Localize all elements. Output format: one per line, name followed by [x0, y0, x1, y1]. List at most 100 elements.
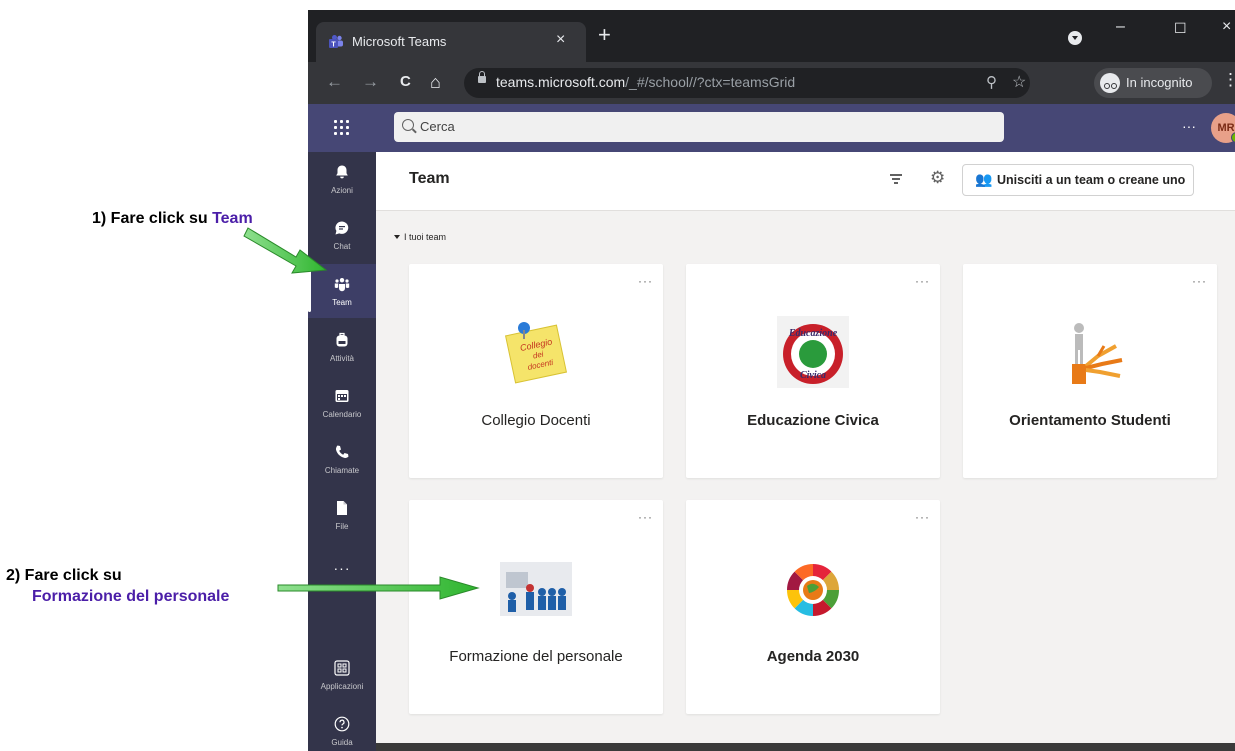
- rail-item-chat[interactable]: Chat: [308, 208, 376, 262]
- annotation-step1-highlight: Team: [212, 210, 253, 227]
- rail-item-team[interactable]: Team: [308, 264, 376, 318]
- back-button[interactable]: ←: [326, 72, 343, 92]
- url-field[interactable]: teams.microsoft.com/_#/school//?ctx=team…: [464, 68, 1030, 98]
- collegio-docenti-image: Collegio dei docenti: [504, 322, 568, 384]
- team-name: Orientamento Studenti: [1009, 412, 1171, 429]
- formazione-personale-image: [500, 562, 572, 616]
- minimize-button[interactable]: –: [1116, 18, 1125, 36]
- avatar-initials: MR: [1217, 122, 1235, 134]
- bookmark-star-icon[interactable]: ☆: [1012, 72, 1026, 92]
- team-card-formazione-del-personale[interactable]: ··· Formazione del personale: [409, 500, 663, 714]
- backpack-icon: [336, 332, 348, 347]
- url-text: teams.microsoft.com/_#/school//?ctx=team…: [496, 74, 795, 90]
- join-or-create-team-button[interactable]: 👥 Unisciti a un team o creane uno: [962, 164, 1194, 196]
- card-more-button[interactable]: ···: [915, 510, 930, 524]
- team-card-educazione-civica[interactable]: ··· Educazione Civica Educazione Civica: [686, 264, 940, 478]
- rail-label: Chiamate: [324, 466, 360, 475]
- url-host: teams.microsoft.com: [496, 74, 626, 90]
- team-name: Agenda 2030: [766, 648, 860, 665]
- lock-icon: [478, 71, 486, 83]
- agenda-2030-image: [787, 564, 839, 616]
- url-path: /_#/school//?ctx=teamsGrid: [625, 74, 796, 90]
- add-team-icon: 👥: [975, 171, 993, 187]
- rail-item-file[interactable]: File: [308, 488, 376, 542]
- annotation-step2: 2) Fare click su: [6, 567, 122, 585]
- incognito-badge[interactable]: In incognito: [1094, 68, 1212, 98]
- rail-label: Applicazioni: [320, 682, 364, 691]
- header-more-button[interactable]: ···: [1182, 118, 1196, 134]
- annotation-step2-text: 2) Fare click su: [6, 567, 122, 584]
- team-name: Formazione del personale: [449, 648, 623, 665]
- educazione-civica-image: Educazione Civica: [777, 316, 849, 388]
- annotation-step1: 1) Fare click su Team: [92, 210, 253, 228]
- app-launcher-icon[interactable]: [332, 118, 352, 138]
- search-placeholder: Cerca: [420, 119, 455, 134]
- svg-text:Educazione: Educazione: [788, 328, 838, 339]
- tab-close-button[interactable]: ×: [556, 31, 565, 49]
- apps-icon: [334, 660, 350, 676]
- tab-search-icon[interactable]: [1068, 31, 1082, 45]
- calendar-icon: [335, 390, 349, 402]
- tab-bar: T Microsoft Teams × + – ☐ ×: [308, 10, 1235, 62]
- rail-item-guida[interactable]: Guida: [308, 704, 376, 751]
- svg-text:T: T: [331, 41, 336, 48]
- zoom-icon[interactable]: ⚲: [986, 73, 997, 91]
- rail-label: Team: [332, 298, 352, 307]
- section-your-teams[interactable]: I tuoi team: [394, 232, 446, 242]
- team-card-agenda-2030[interactable]: ··· Agenda 2030: [686, 500, 940, 714]
- rail-item-attivita[interactable]: Attività: [308, 320, 376, 374]
- forward-button[interactable]: →: [362, 72, 379, 92]
- chat-icon: [335, 221, 349, 235]
- rail-item-applicazioni[interactable]: Applicazioni: [308, 648, 376, 702]
- gear-icon[interactable]: ⚙: [930, 168, 945, 188]
- rail-label: Azioni: [331, 186, 353, 195]
- card-more-button[interactable]: ···: [1192, 274, 1207, 288]
- team-name: Collegio Docenti: [481, 412, 591, 429]
- bell-icon: [336, 165, 348, 179]
- maximize-button[interactable]: ☐: [1174, 20, 1187, 37]
- presence-status-icon: [1231, 132, 1235, 143]
- svg-text:Civica: Civica: [800, 370, 826, 381]
- new-tab-button[interactable]: +: [598, 24, 611, 46]
- rail-more-button[interactable]: ···: [308, 560, 376, 576]
- join-button-label: Unisciti a un team o creane uno: [997, 173, 1186, 187]
- card-more-button[interactable]: ···: [915, 274, 930, 288]
- avatar[interactable]: MR: [1211, 113, 1235, 143]
- section-label: I tuoi team: [404, 232, 447, 242]
- file-icon: [337, 501, 347, 515]
- home-button[interactable]: ⌂: [430, 72, 441, 92]
- team-card-collegio-docenti[interactable]: ··· Collegio dei docenti Collegio Docent…: [409, 264, 663, 478]
- page-title: Team: [409, 170, 450, 187]
- browser-window: T Microsoft Teams × + – ☐ × ← → C ⌂ team…: [308, 10, 1235, 751]
- card-more-button[interactable]: ···: [638, 510, 653, 524]
- card-more-button[interactable]: ···: [638, 274, 653, 288]
- rail-item-chiamate[interactable]: Chiamate: [308, 432, 376, 486]
- taskbar-strip: [376, 743, 1235, 751]
- rail-label: Attività: [329, 354, 354, 363]
- orientamento-studenti-image: [1072, 323, 1123, 384]
- main-content: Team ⚙ 👥 Unisciti a un team o creane uno…: [376, 152, 1235, 751]
- annotation-step2-target: Formazione del personale: [32, 588, 229, 606]
- content-header: Team ⚙ 👥 Unisciti a un team o creane uno: [376, 152, 1235, 211]
- teams-logo-icon: T: [329, 35, 343, 48]
- incognito-icon: [1100, 73, 1120, 93]
- rail-item-calendario[interactable]: Calendario: [308, 376, 376, 430]
- browser-menu-button[interactable]: ⋮: [1222, 70, 1235, 90]
- annotation-step1-text: 1) Fare click su: [92, 210, 213, 227]
- rail-label: Guida: [331, 738, 353, 747]
- rail-label: File: [335, 522, 349, 531]
- address-bar: ← → C ⌂ teams.microsoft.com/_#/school//?…: [308, 62, 1235, 104]
- rail-item-azioni[interactable]: Azioni: [308, 152, 376, 206]
- rail-label: Calendario: [322, 410, 362, 419]
- rail-label: Chat: [333, 242, 351, 251]
- team-name: Educazione Civica: [747, 412, 879, 429]
- tab-microsoft-teams[interactable]: T Microsoft Teams ×: [316, 22, 586, 62]
- annotation-step2-highlight: Formazione del personale: [32, 588, 230, 605]
- close-window-button[interactable]: ×: [1222, 18, 1231, 36]
- search-input[interactable]: Cerca: [394, 112, 1004, 142]
- incognito-label: In incognito: [1126, 75, 1193, 90]
- reload-button[interactable]: C: [400, 72, 411, 92]
- team-card-orientamento-studenti[interactable]: ··· Orientamento Studenti: [963, 264, 1217, 478]
- app-rail: Azioni Chat Team Attività Calendario Chi…: [308, 152, 376, 751]
- filter-icon[interactable]: [890, 174, 902, 184]
